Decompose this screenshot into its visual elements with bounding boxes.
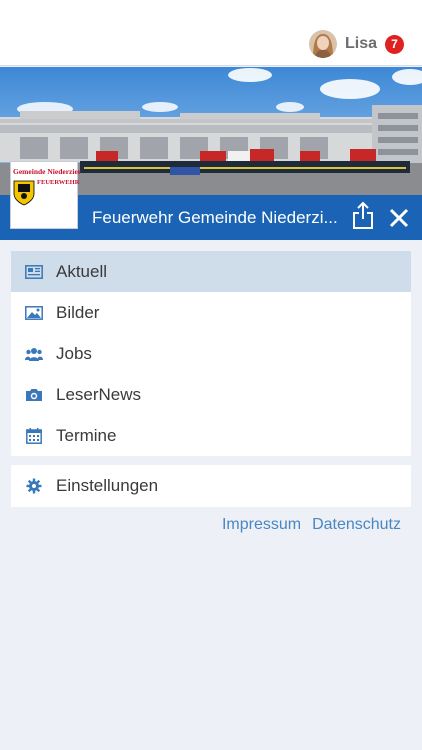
menu-item-label: Aktuell (56, 261, 108, 281)
menu-item-label: Termine (56, 425, 117, 445)
menu-item-aktuell[interactable]: Aktuell (11, 251, 411, 292)
footer-links: Impressum Datenschutz (222, 516, 401, 534)
page-title: Feuerwehr Gemeinde Niederzi... (92, 208, 338, 227)
user-profile[interactable]: Lisa 7 (308, 30, 404, 58)
menu-item-termine[interactable]: Termine (11, 415, 411, 456)
main-menu: Aktuell Bilder Jobs LeserNews Termine (11, 251, 411, 456)
coat-of-arms-icon (13, 180, 35, 206)
share-icon[interactable] (350, 201, 376, 231)
image-icon (25, 304, 43, 322)
user-name[interactable]: Lisa (345, 35, 377, 53)
logo-text-sub: FEUERWEHR (37, 179, 80, 186)
menu-item-jobs[interactable]: Jobs (11, 333, 411, 374)
notification-badge[interactable]: 7 (385, 34, 404, 54)
calendar-icon (25, 427, 43, 445)
people-icon (25, 345, 43, 363)
menu-item-einstellungen[interactable]: Einstellungen (11, 465, 411, 507)
top-bar: Lisa 7 (0, 0, 422, 66)
impressum-link[interactable]: Impressum (222, 516, 301, 534)
menu-item-label: LeserNews (56, 384, 142, 404)
newspaper-icon (25, 263, 43, 281)
menu-item-lesernews[interactable]: LeserNews (11, 374, 411, 415)
menu-item-label: Bilder (56, 302, 100, 322)
menu-item-label: Jobs (56, 343, 92, 363)
gear-icon (25, 477, 43, 495)
camera-icon (25, 386, 43, 404)
close-icon[interactable] (386, 203, 412, 233)
settings-label: Einstellungen (56, 476, 159, 495)
organization-logo: Gemeinde Niederzier FEUERWEHR (10, 161, 82, 229)
datenschutz-link[interactable]: Datenschutz (312, 516, 401, 534)
avatar[interactable] (308, 30, 337, 58)
menu-item-bilder[interactable]: Bilder (11, 292, 411, 333)
logo-text-top: Gemeinde Niederzier (13, 167, 82, 176)
